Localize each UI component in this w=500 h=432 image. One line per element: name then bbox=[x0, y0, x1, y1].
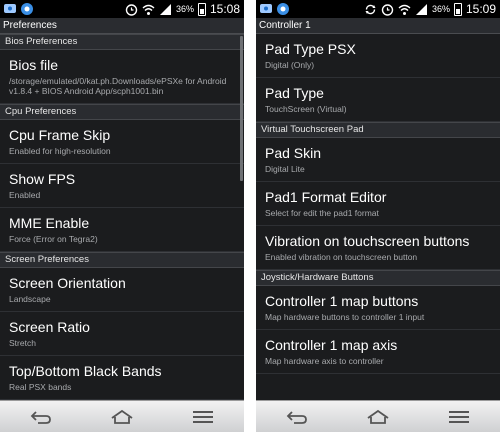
pref-bios-file[interactable]: Bios file /storage/emulated/0/kat.ph.Dow… bbox=[0, 50, 244, 104]
pref-summary: Map hardware axis to controller bbox=[265, 356, 384, 366]
pref-cpu-frame-skip[interactable]: Cpu Frame Skip Enabled for high-resoluti… bbox=[0, 120, 244, 164]
screen-title: Preferences bbox=[0, 18, 244, 34]
pref-title: MME Enable bbox=[9, 215, 90, 231]
back-icon bbox=[286, 410, 307, 424]
signal-icon bbox=[159, 3, 171, 15]
home-button[interactable] bbox=[107, 407, 137, 427]
pref-summary: Digital (Only) bbox=[265, 60, 315, 70]
status-time: 15:08 bbox=[209, 2, 240, 16]
status-time: 15:09 bbox=[465, 2, 496, 16]
menu-icon bbox=[193, 410, 214, 423]
battery-percent: 36% bbox=[431, 4, 450, 14]
pref-pad-skin[interactable]: Pad Skin Digital Lite bbox=[256, 138, 500, 182]
back-button[interactable] bbox=[282, 407, 312, 427]
menu-button[interactable] bbox=[444, 407, 474, 427]
menu-icon bbox=[449, 410, 470, 423]
wifi-icon bbox=[398, 4, 411, 15]
notification-icon bbox=[260, 4, 272, 13]
pref-summary: TouchScreen (Virtual) bbox=[265, 104, 347, 114]
android-icon bbox=[21, 3, 33, 15]
pref-screen-orientation[interactable]: Screen Orientation Landscape bbox=[0, 268, 244, 312]
back-icon bbox=[30, 410, 51, 424]
phone-screen-controller: 36% 15:09 Controller 1 Pad Type PSX Digi… bbox=[256, 0, 500, 432]
pref-title: Controller 1 map axis bbox=[265, 337, 398, 353]
pref-title: Pad1 Format Editor bbox=[265, 189, 387, 205]
pref-summary: Enabled bbox=[9, 190, 41, 200]
pref-screen-ratio[interactable]: Screen Ratio Stretch bbox=[0, 312, 244, 356]
pref-pad-type[interactable]: Pad Type TouchScreen (Virtual) bbox=[256, 78, 500, 122]
section-header-screen: Screen Preferences bbox=[0, 252, 244, 268]
pref-summary: /storage/emulated/0/kat.ph.Downloads/ePS… bbox=[9, 76, 227, 96]
controller-settings-list[interactable]: Pad Type PSX Digital (Only) Pad Type Tou… bbox=[256, 34, 500, 400]
pref-summary: Force (Error on Tegra2) bbox=[9, 234, 98, 244]
back-button[interactable] bbox=[26, 407, 56, 427]
pref-title: Cpu Frame Skip bbox=[9, 127, 111, 143]
phone-screen-preferences: 36% 15:08 Preferences Bios Preferences B… bbox=[0, 0, 244, 432]
android-icon bbox=[277, 3, 289, 15]
pref-title: Show FPS bbox=[9, 171, 76, 187]
sync-icon bbox=[365, 4, 376, 14]
home-button[interactable] bbox=[363, 407, 393, 427]
pref-show-fps[interactable]: Show FPS Enabled bbox=[0, 164, 244, 208]
pref-title: Screen Ratio bbox=[9, 319, 90, 335]
pref-summary: Stretch bbox=[9, 338, 36, 348]
pref-pad-type-psx[interactable]: Pad Type PSX Digital (Only) bbox=[256, 34, 500, 78]
pref-summary: Digital Lite bbox=[265, 164, 305, 174]
pref-title: Bios file bbox=[9, 57, 59, 73]
battery-icon bbox=[197, 2, 206, 16]
pref-title: Top/Bottom Black Bands bbox=[9, 363, 162, 379]
pref-title: Pad Skin bbox=[265, 145, 322, 161]
screen-title: Controller 1 bbox=[256, 18, 500, 34]
pref-black-bands[interactable]: Top/Bottom Black Bands Real PSX bands bbox=[0, 356, 244, 400]
pref-title: Screen Orientation bbox=[9, 275, 126, 291]
status-bar: 36% 15:08 bbox=[0, 0, 244, 18]
pref-summary: Real PSX bands bbox=[9, 382, 72, 392]
pref-mme-enable[interactable]: MME Enable Force (Error on Tegra2) bbox=[0, 208, 244, 252]
section-header-cpu: Cpu Preferences bbox=[0, 104, 244, 120]
menu-button[interactable] bbox=[188, 407, 218, 427]
pref-pad1-format-editor[interactable]: Pad1 Format Editor Select for edit the p… bbox=[256, 182, 500, 226]
section-header-virtual-pad: Virtual Touchscreen Pad bbox=[256, 122, 500, 138]
pref-summary: Map hardware buttons to controller 1 inp… bbox=[265, 312, 425, 322]
battery-percent: 36% bbox=[175, 4, 194, 14]
pref-summary: Select for edit the pad1 format bbox=[265, 208, 379, 218]
status-bar: 36% 15:09 bbox=[256, 0, 500, 18]
pref-map-buttons[interactable]: Controller 1 map buttons Map hardware bu… bbox=[256, 286, 500, 330]
pref-title: Pad Type bbox=[265, 85, 324, 101]
pref-summary: Enabled vibration on touchscreen button bbox=[265, 252, 418, 262]
pref-summary: Enabled for high-resolution bbox=[9, 146, 111, 156]
pref-vibration[interactable]: Vibration on touchscreen buttons Enabled… bbox=[256, 226, 500, 270]
battery-icon bbox=[453, 2, 462, 16]
signal-icon bbox=[415, 3, 427, 15]
navigation-bar bbox=[0, 400, 244, 432]
navigation-bar bbox=[256, 400, 500, 432]
scrollbar[interactable] bbox=[240, 36, 243, 181]
wifi-icon bbox=[142, 4, 155, 15]
section-header-joystick: Joystick/Hardware Buttons bbox=[256, 270, 500, 286]
pref-map-axis[interactable]: Controller 1 map axis Map hardware axis … bbox=[256, 330, 500, 374]
pref-title: Vibration on touchscreen buttons bbox=[265, 233, 470, 249]
pref-title: Controller 1 map buttons bbox=[265, 293, 419, 309]
notification-icon bbox=[4, 4, 16, 13]
home-icon bbox=[367, 409, 389, 424]
pref-summary: Landscape bbox=[9, 294, 51, 304]
alarm-icon bbox=[381, 3, 394, 16]
home-icon bbox=[111, 409, 133, 424]
pref-title: Pad Type PSX bbox=[265, 41, 356, 57]
section-header-bios: Bios Preferences bbox=[0, 34, 244, 50]
alarm-icon bbox=[125, 3, 138, 16]
preferences-list[interactable]: Bios Preferences Bios file /storage/emul… bbox=[0, 34, 244, 400]
